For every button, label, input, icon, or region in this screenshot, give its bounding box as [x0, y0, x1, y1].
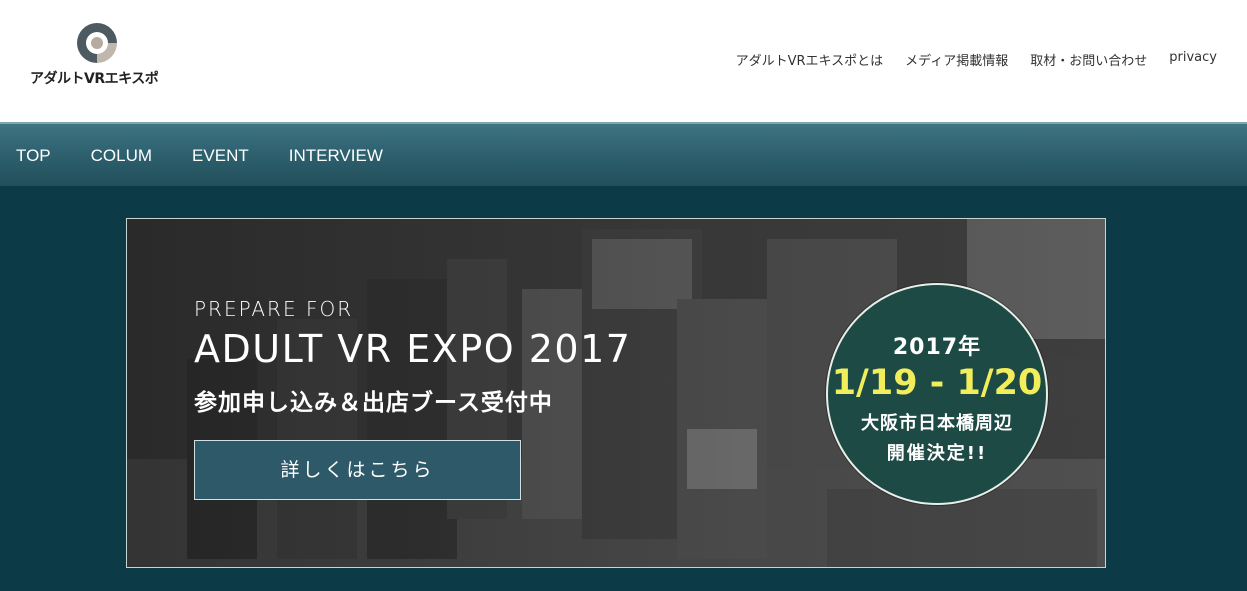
- site-header: アダルトVRエキスポ アダルトVRエキスポとは メディア掲載情報 取材・お問い合…: [0, 0, 1247, 122]
- util-nav-contact[interactable]: 取材・お問い合わせ: [1030, 50, 1147, 69]
- details-button[interactable]: 詳しくはこちら: [194, 440, 521, 500]
- util-nav-about[interactable]: アダルトVRエキスポとは: [736, 50, 884, 69]
- badge-dates: 1/19 - 1/20: [831, 363, 1043, 403]
- badge-year: 2017年: [892, 335, 982, 360]
- badge-note: 開催決定!!: [886, 443, 988, 464]
- main-nav-colum[interactable]: COLUM: [91, 146, 152, 166]
- util-nav-media[interactable]: メディア掲載情報: [905, 50, 1008, 69]
- util-nav-privacy[interactable]: privacy: [1169, 50, 1217, 69]
- date-badge: 2017年 1/19 - 1/20 大阪市日本橋周辺 開催決定!!: [826, 283, 1048, 505]
- site-logo[interactable]: アダルトVRエキスポ: [30, 20, 170, 90]
- hero-banner: PREPARE FOR ADULT VR EXPO 2017 参加申し込み＆出店…: [126, 218, 1106, 568]
- main-nav-top[interactable]: TOP: [16, 146, 51, 166]
- hero-title: ADULT VR EXPO 2017: [194, 327, 632, 371]
- main-nav: TOP COLUM EVENT INTERVIEW: [0, 122, 1247, 186]
- logo-text: アダルトVRエキスポ: [30, 71, 159, 87]
- utility-nav: アダルトVRエキスポとは メディア掲載情報 取材・お問い合わせ privacy: [736, 50, 1217, 69]
- hero-subtitle: 参加申し込み＆出店ブース受付中: [194, 390, 553, 416]
- main-nav-interview[interactable]: INTERVIEW: [289, 146, 383, 166]
- hero-kicker: PREPARE FOR: [194, 297, 354, 321]
- main-nav-event[interactable]: EVENT: [192, 146, 249, 166]
- logo-mark-icon: [77, 23, 117, 63]
- badge-place: 大阪市日本橋周辺: [861, 413, 1013, 434]
